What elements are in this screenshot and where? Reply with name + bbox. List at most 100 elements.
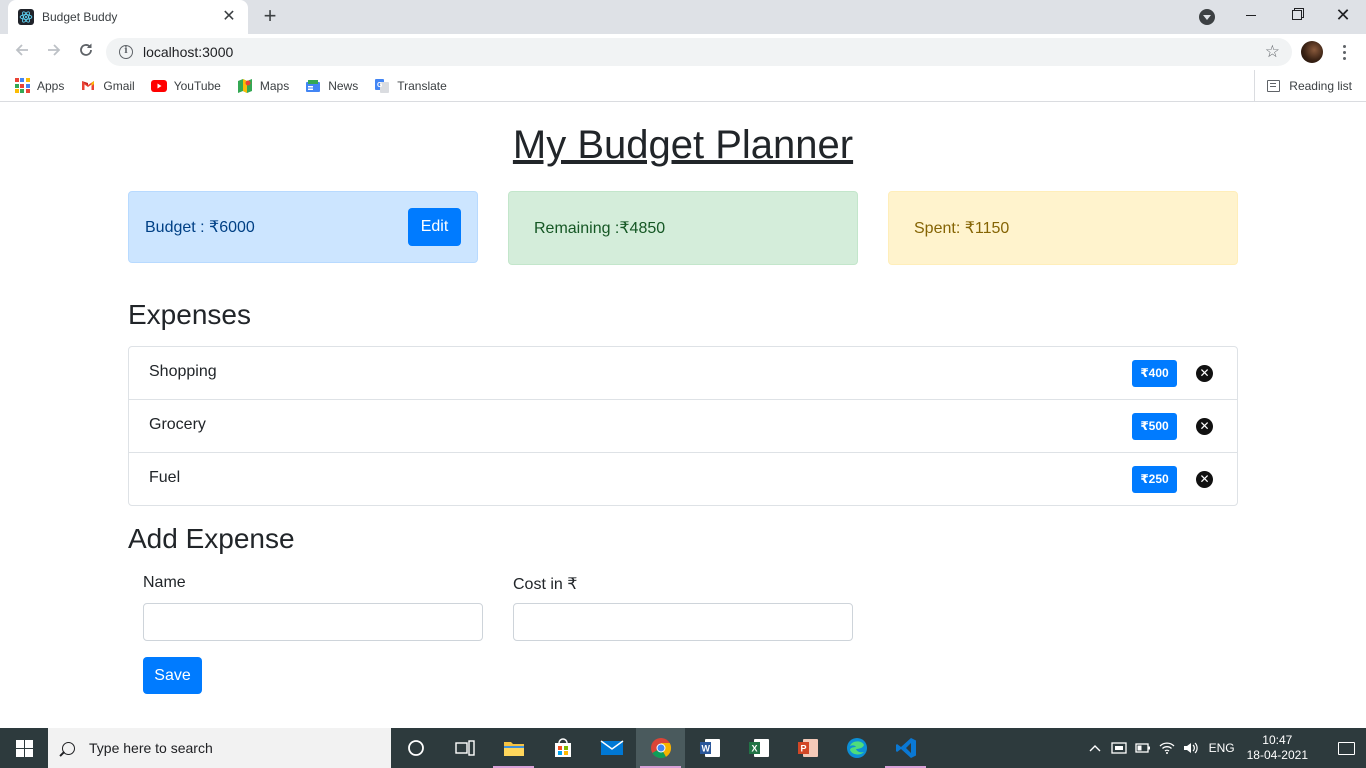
react-favicon-icon [18,9,34,25]
microsoft-store-icon[interactable] [538,728,587,768]
page-title: My Budget Planner [512,123,854,167]
vscode-icon[interactable] [881,728,930,768]
word-icon[interactable]: W [685,728,734,768]
remaining-card: Remaining :₹4850 [508,191,858,265]
tab-close-icon[interactable]: ✕ [220,8,238,26]
taskbar-search-box[interactable]: Type here to search [48,728,391,768]
bookmark-star-icon[interactable]: ☆ [1265,42,1280,62]
site-info-icon[interactable]: i [119,45,133,59]
bookmark-label: Translate [397,78,447,93]
delete-expense-icon[interactable]: ✕ [1196,364,1213,382]
file-explorer-icon[interactable] [489,728,538,768]
back-arrow-icon[interactable] [10,40,34,64]
news-icon [305,78,321,94]
restore-icon [1292,10,1302,20]
budget-card: Budget : ₹6000 Edit [128,191,478,263]
expense-name: Grocery [149,416,206,433]
clock[interactable]: 10:47 18-04-2021 [1247,733,1308,763]
bookmark-translate[interactable]: G Translate [374,78,447,94]
search-placeholder: Type here to search [89,740,213,756]
apps-grid-icon [14,78,30,94]
translate-icon: G [374,78,390,94]
spent-text: Spent: ₹1150 [914,220,1010,237]
profile-avatar[interactable] [1301,41,1323,63]
browser-tab[interactable]: Budget Buddy ✕ [8,0,248,34]
windows-logo-icon [15,739,33,757]
maps-icon [237,78,253,94]
action-center-button[interactable] [1326,728,1366,768]
clock-date: 18-04-2021 [1246,748,1308,762]
clock-time: 10:47 [1262,733,1293,747]
meet-now-icon[interactable] [1107,728,1131,768]
battery-icon[interactable] [1131,728,1155,768]
language-indicator[interactable]: ENG [1209,741,1235,755]
reading-list-icon [1267,79,1281,92]
wifi-icon[interactable] [1155,728,1179,768]
bookmark-maps[interactable]: Maps [237,78,289,94]
name-label: Name [143,574,186,591]
minimize-icon [1246,14,1256,16]
save-button[interactable]: Save [143,657,202,694]
browser-menu-icon[interactable] [1334,42,1354,62]
svg-text:W: W [701,744,710,754]
gmail-icon [80,78,96,94]
close-icon: ✕ [1335,5,1351,25]
bookmark-news[interactable]: News [305,78,358,94]
expense-cost-badge: ₹500 [1132,412,1177,440]
svg-text:P: P [800,744,806,754]
new-tab-button[interactable]: + [258,5,282,29]
name-input[interactable] [143,603,483,641]
address-bar[interactable]: i localhost:3000 ☆ [106,38,1292,66]
youtube-icon [150,78,167,94]
start-button[interactable] [0,728,48,768]
edit-budget-button[interactable]: Edit [408,208,461,246]
powerpoint-icon[interactable]: P [783,728,832,768]
expenses-heading: Expenses [128,299,251,330]
window-close-button[interactable]: ✕ [1320,0,1366,30]
bookmark-gmail[interactable]: Gmail [80,78,135,94]
search-icon [62,741,75,755]
delete-expense-icon[interactable]: ✕ [1196,470,1213,488]
url-text[interactable]: localhost:3000 [143,44,1265,60]
cortana-icon[interactable] [391,728,440,768]
expense-list: Shopping ₹400 ✕ Grocery ₹500 ✕ Fuel ₹250… [128,346,1238,506]
tab-title: Budget Buddy [42,10,118,24]
expense-name: Shopping [149,363,217,380]
forward-arrow-icon[interactable] [42,40,66,64]
browser-tab-strip: Budget Buddy ✕ + ✕ [0,0,1366,34]
chrome-icon[interactable] [636,728,685,768]
reading-list-button[interactable]: Reading list [1254,70,1352,101]
reload-icon[interactable] [74,40,98,64]
cost-label: Cost in ₹ [513,576,578,593]
mail-icon[interactable] [587,728,636,768]
bookmark-label: YouTube [173,78,221,93]
edge-icon[interactable] [832,728,881,768]
window-restore-button[interactable] [1274,0,1320,30]
expense-name: Fuel [149,469,181,486]
reading-list-label: Reading list [1289,78,1352,93]
delete-expense-icon[interactable]: ✕ [1196,417,1213,435]
notification-icon [1337,741,1355,755]
svg-text:X: X [751,744,757,754]
bookmark-label: Apps [37,78,65,93]
budget-text: Budget : ₹6000 [145,219,255,236]
cost-input[interactable] [513,603,853,641]
expense-item: Fuel ₹250 ✕ [129,453,1237,505]
bookmark-youtube[interactable]: YouTube [150,78,221,94]
excel-icon[interactable]: X [734,728,783,768]
window-minimize-button[interactable] [1228,0,1274,30]
volume-icon[interactable] [1179,728,1203,768]
spent-card: Spent: ₹1150 [888,191,1238,265]
expense-item: Shopping ₹400 ✕ [129,347,1237,400]
chevron-up-icon[interactable] [1083,728,1107,768]
task-view-icon[interactable] [440,728,489,768]
bookmark-label: Maps [259,78,290,93]
bookmark-label: News [328,78,359,93]
taskbar-apps: W X P [391,728,930,768]
bookmark-apps[interactable]: Apps [14,78,64,94]
add-expense-heading: Add Expense [128,523,295,554]
tab-search-dropdown-icon[interactable] [1199,9,1215,25]
expense-item: Grocery ₹500 ✕ [129,400,1237,453]
page-content: My Budget Planner Budget : ₹6000 Edit Re… [0,103,1366,728]
bookmark-label: Gmail [103,78,135,93]
